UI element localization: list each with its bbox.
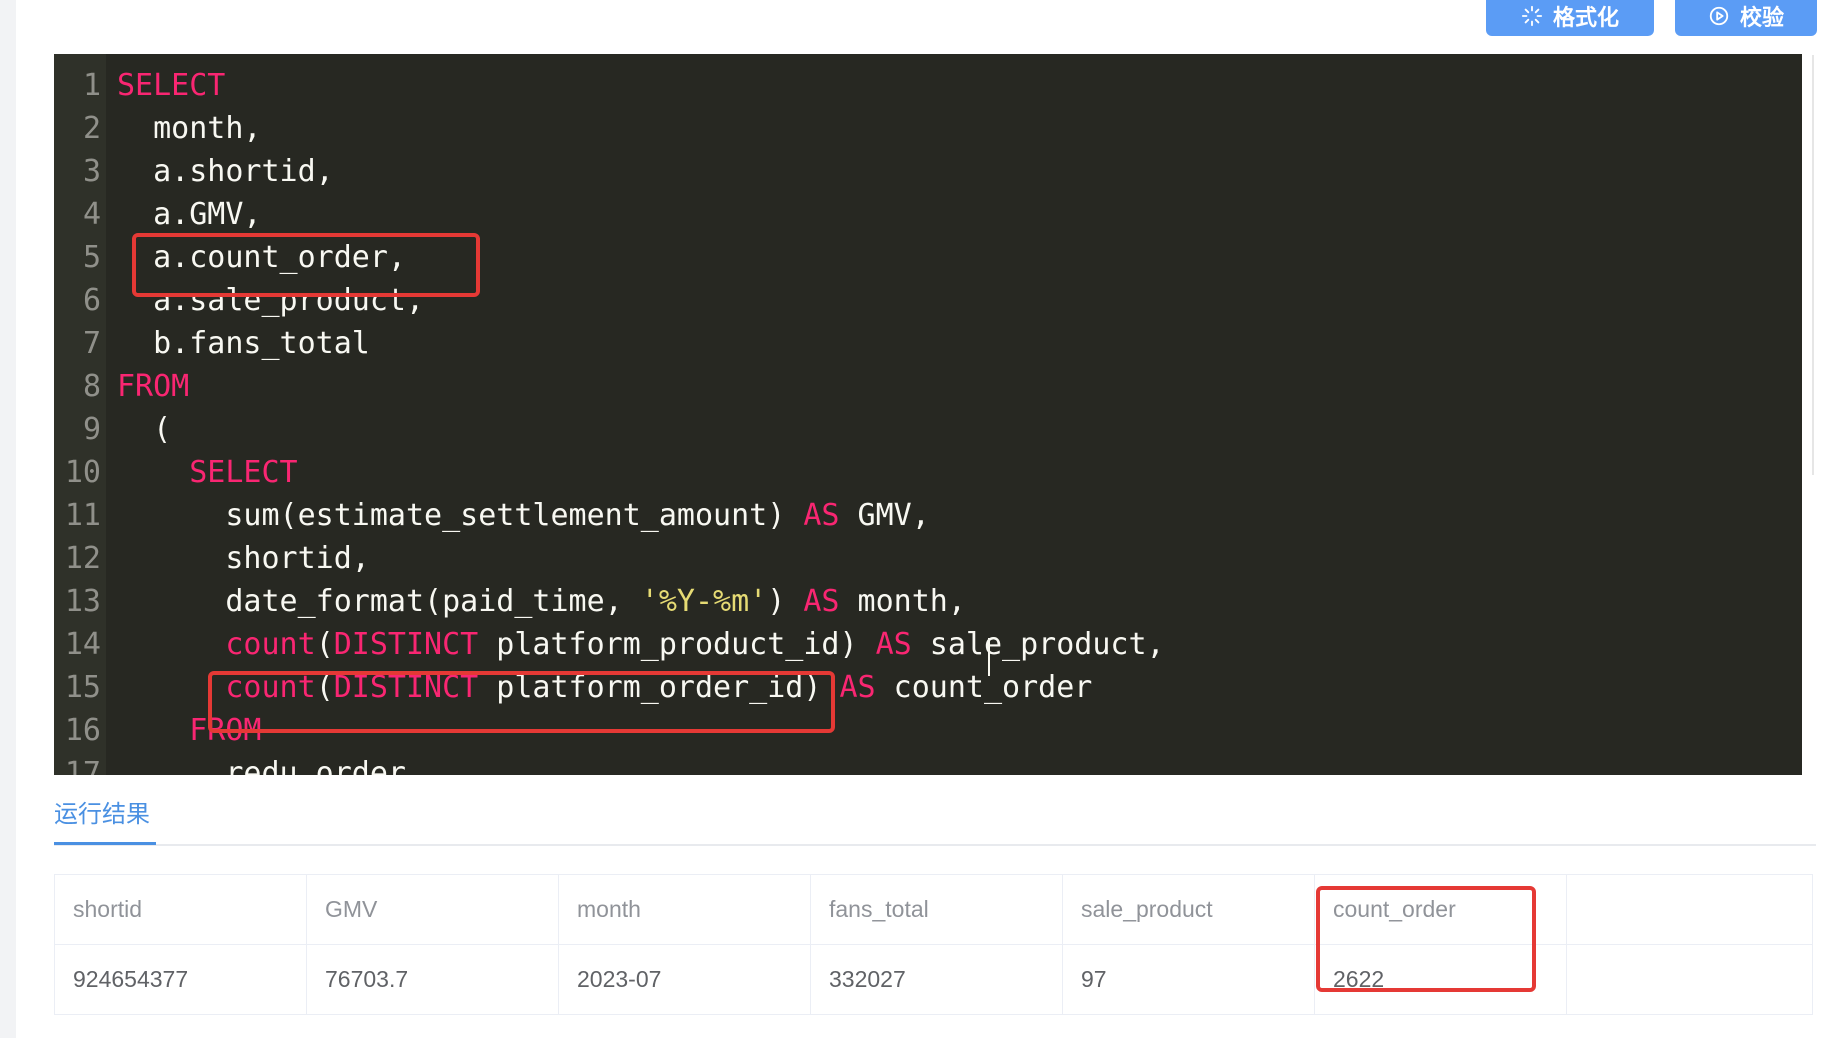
code-line: 1 SELECT	[54, 64, 1802, 107]
table-row: 924654377 76703.7 2023-07 332027 97 2622	[54, 944, 1813, 1015]
format-button-label: 格式化	[1552, 5, 1619, 31]
line-number: 17	[64, 756, 101, 775]
tab-bar-divider	[54, 844, 1816, 846]
code-line: 4 a.GMV,	[54, 193, 1802, 236]
format-icon	[1521, 5, 1543, 26]
code-text: a.shortid,	[117, 154, 334, 189]
results-table: shortid GMV month fans_total sale_produc…	[54, 874, 1813, 1015]
line-number: 1	[82, 68, 101, 103]
table-cell: 2023-07	[558, 944, 811, 1015]
line-number: 2	[82, 111, 101, 146]
code-line: 13 date_format(paid_time, '%Y-%m') AS mo…	[54, 580, 1802, 623]
code-line: 8 FROM	[54, 365, 1802, 408]
column-filler	[1566, 874, 1813, 945]
column-header[interactable]: shortid	[54, 874, 307, 945]
annotation-box	[132, 233, 480, 297]
code-text: a.GMV,	[117, 197, 262, 232]
code-line: 2 month,	[54, 107, 1802, 150]
tab-run-results[interactable]: 运行结果	[54, 794, 150, 829]
annotation-box	[208, 671, 835, 733]
line-number: 3	[82, 154, 101, 189]
code-line: 14 count(DISTINCT platform_product_id) A…	[54, 623, 1802, 666]
code-line: 10 SELECT	[54, 451, 1802, 494]
text-cursor	[988, 638, 990, 676]
column-header[interactable]: month	[558, 874, 811, 945]
code-line: 11 sum(estimate_settlement_amount) AS GM…	[54, 494, 1802, 537]
code-text: b.fans_total	[117, 326, 370, 361]
line-number: 9	[82, 412, 101, 447]
code-text: shortid,	[117, 541, 370, 576]
line-number: 10	[64, 455, 101, 490]
format-button[interactable]: 格式化	[1486, 0, 1654, 36]
line-number: 5	[82, 240, 101, 275]
column-header[interactable]: sale_product	[1062, 874, 1315, 945]
left-panel-edge	[0, 0, 16, 1038]
table-cell: 76703.7	[306, 944, 559, 1015]
code-text: sum(estimate_settlement_amount) AS GMV,	[117, 498, 930, 533]
code-line: 17 redu_order	[54, 752, 1802, 775]
code-line: 12 shortid,	[54, 537, 1802, 580]
validate-button-label: 校验	[1739, 5, 1784, 31]
play-circle-icon	[1709, 6, 1729, 25]
active-tab-indicator	[54, 842, 156, 845]
code-text: date_format(paid_time, '%Y-%m') AS month…	[117, 584, 966, 619]
code-text: (	[117, 412, 172, 447]
table-cell: 924654377	[54, 944, 307, 1015]
line-number: 16	[64, 713, 101, 748]
line-number: 15	[64, 670, 101, 705]
line-number: 4	[82, 197, 101, 232]
code-text: SELECT	[117, 68, 226, 103]
code-text: month,	[117, 111, 262, 146]
table-header-row: shortid GMV month fans_total sale_produc…	[54, 874, 1813, 945]
table-cell: 97	[1062, 944, 1315, 1015]
line-number: 6	[82, 283, 101, 318]
code-text: count(DISTINCT platform_product_id) AS s…	[225, 627, 1165, 662]
code-line: 9 (	[54, 408, 1802, 451]
table-cell: 332027	[810, 944, 1063, 1015]
validate-button[interactable]: 校验	[1675, 0, 1817, 36]
sql-editor[interactable]: 1 SELECT 2 month, 3 a.shortid, 4 a.GMV, …	[54, 54, 1802, 775]
annotation-box	[1316, 886, 1536, 992]
code-text: redu_order	[117, 756, 406, 775]
line-number: 14	[64, 627, 101, 662]
code-line: 3 a.shortid,	[54, 150, 1802, 193]
line-number: 7	[82, 326, 101, 361]
line-number: 12	[64, 541, 101, 576]
line-number: 13	[64, 584, 101, 619]
scrollbar-track[interactable]	[1812, 55, 1814, 475]
column-header[interactable]: GMV	[306, 874, 559, 945]
line-number: 11	[64, 498, 101, 533]
code-line: 7 b.fans_total	[54, 322, 1802, 365]
code-text: FROM	[117, 369, 190, 404]
line-number: 8	[82, 369, 101, 404]
table-cell-filler	[1566, 944, 1813, 1015]
column-header[interactable]: fans_total	[810, 874, 1063, 945]
code-text: SELECT	[117, 455, 298, 490]
